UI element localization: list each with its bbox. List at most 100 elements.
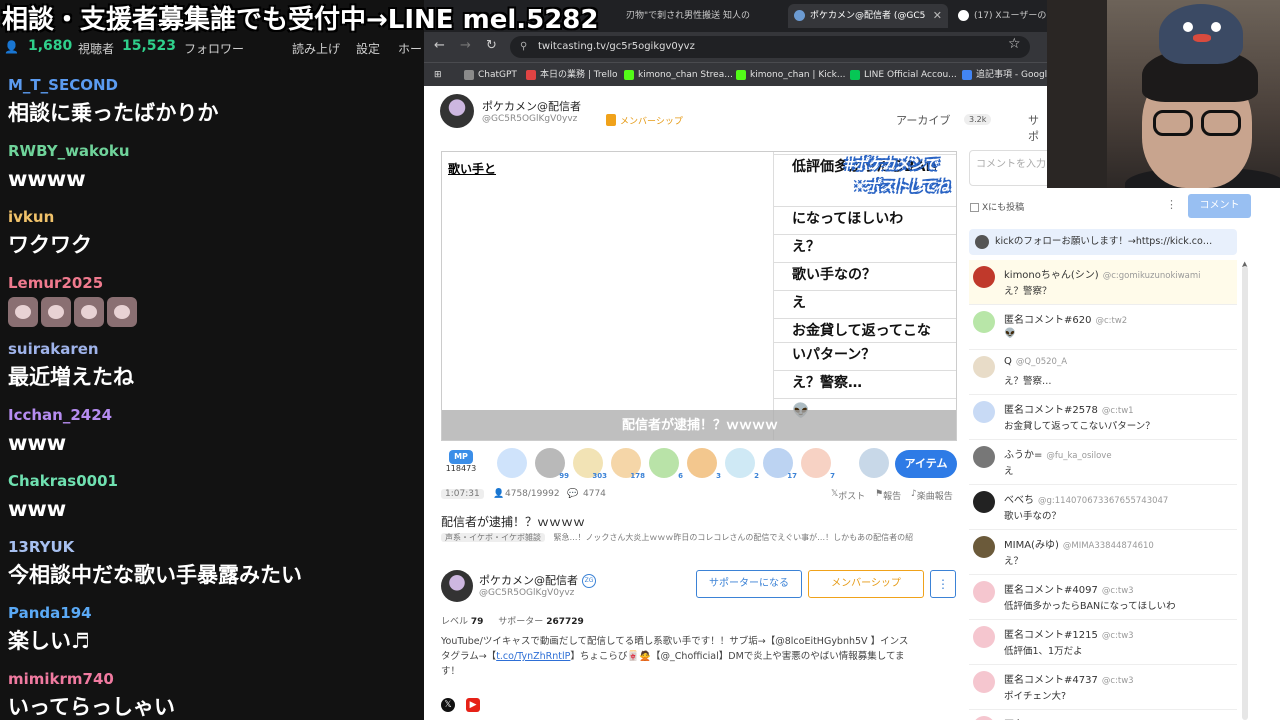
forward-icon[interactable]: → [460,38,471,53]
comment-scrollbar[interactable] [1242,266,1248,720]
chat-username[interactable]: Icchan_2424 [8,404,418,426]
become-supporter-button[interactable]: サポーターになる [696,570,802,598]
commenter-name[interactable]: 匿名コメント#1215 @c:tw3 [1004,626,1134,641]
gift-item-icon[interactable]: 99 [535,448,569,480]
bookmark-star-icon[interactable]: ☆ [1008,36,1021,52]
home-button[interactable]: ホー [398,40,422,57]
membership-button[interactable]: メンバーシップ [808,570,924,598]
profile-name[interactable]: ポケカメン@配信者 ZG [479,572,596,588]
x-icon[interactable]: 𝕏 [441,697,455,712]
chat-username[interactable]: 13RYUK [8,536,418,558]
report-button[interactable]: ⚑ 報告 [875,489,901,502]
desc-line2-pre: タグラム→【 [441,651,497,662]
back-icon[interactable]: ← [434,38,445,53]
comment-text: 低評価1、1万だよ [1004,646,1083,657]
item-button[interactable]: アイテム [895,450,957,478]
commenter-avatar[interactable] [973,491,995,513]
chat-username[interactable]: mimikrm740 [8,668,418,690]
bookmark-item[interactable]: 本日の業務 | Trello [526,67,617,83]
bookmark-item[interactable]: 追記事項 - Google [962,67,1053,83]
apps-grid-icon[interactable]: ⊞ [434,67,442,83]
followers-label: フォロワー [184,42,245,56]
commenter-name[interactable]: 匿名コメント#495@c:tw3 [1004,716,1127,720]
url-text: twitcasting.tv/gc5r5ogikgv0yvz [538,41,695,52]
comment-text: 低評価多かったらBANになってほしいわ [1004,601,1176,612]
tab-title: ポケカメン@配信者 (@GC5 [810,11,926,21]
gift-item-icon[interactable]: 7 [801,448,835,480]
read-aloud-button[interactable]: 読み上げ [292,40,340,57]
chat-username[interactable]: suirakaren [8,338,418,360]
commenter-name[interactable]: ふうか= @fu_ka_osilove [1004,446,1112,461]
channel-avatar[interactable] [440,94,474,128]
settings-button[interactable]: 設定 [356,40,380,57]
comment-submit-button[interactable]: コメント [1188,194,1251,218]
youtube-icon[interactable]: ▶ [466,697,481,712]
gift-item-icon[interactable]: 17 [763,448,797,480]
x-post-checkbox-label: Xにも投稿 [982,203,1025,213]
commenter-id: @c:tw1 [1101,406,1134,416]
bookmark-item[interactable]: kimono_chan | Kick... [736,67,845,83]
x-post-checkbox[interactable]: Xにも投稿 [970,200,1024,213]
video-player[interactable]: 歌い手と 低評価多かったらBAN になってほしいわ え？ 歌い手なの？えお金貸して返っ… [441,151,957,441]
more-options-button[interactable]: ⋮ [930,570,956,598]
commenter-name[interactable]: 匿名コメント#2578 @c:tw1 [1004,401,1134,416]
tab-archive[interactable]: アーカイブ [896,112,950,128]
category-tag[interactable]: 声系・イケボ・イケボ雑談 [441,533,545,542]
music-report-button[interactable]: ♪ 楽曲報告 [911,489,953,502]
desc-line3: す！ [441,666,461,677]
chat-username[interactable]: Chakras0001 [8,470,418,492]
tab-twitcasting[interactable]: ポケカメン@配信者 (@GC5 ✕ [788,4,948,28]
close-icon[interactable]: ✕ [933,4,942,28]
gift-item-icon[interactable]: 2 [725,448,759,480]
chat-username[interactable]: Panda194 [8,602,418,624]
gift-item-icon[interactable]: 303 [573,448,607,480]
commenter-avatar[interactable] [973,581,995,603]
gift-item-icon[interactable]: 178 [611,448,645,480]
gift-item-icon[interactable]: 6 [649,448,683,480]
commenter-avatar[interactable] [973,266,995,288]
chat-text: 最近増えたね [8,365,134,389]
gift-item-icon[interactable] [859,448,889,478]
supporters-value: 267729 [546,617,584,627]
elapsed-time: 1:07:31 [441,489,484,499]
comment-item: 匿名コメント#4737 @c:tw3 ポイチェン大? [969,665,1237,710]
commenter-avatar[interactable] [973,536,995,558]
chat-username[interactable]: Lemur2025 [8,272,418,294]
commenter-name[interactable]: 匿名コメント#4097 @c:tw3 [1004,581,1134,596]
commenter-avatar[interactable] [973,401,995,423]
x-post-button[interactable]: 𝕏 ポスト [831,489,865,502]
commenter-name[interactable]: Q @Q_0520_A [1004,356,1067,367]
bookmark-item[interactable]: kimono_chan Strea... [624,67,733,83]
profile-avatar[interactable] [441,570,473,602]
chat-text: wwww [8,167,86,191]
commenter-avatar[interactable] [973,446,995,468]
commenter-name[interactable]: 匿名コメント#620 @c:tw2 [1004,311,1127,326]
gift-item-icon[interactable] [497,448,527,478]
commenter-name[interactable]: べべち @g:114070673367655743047 [1004,491,1168,506]
desc-line2-post: 】ちょこらび🀄🙅【@_Chofficial】DMで炎上や害悪のやばい情報募集して… [570,651,905,662]
bookmark-item[interactable]: LINE Official Accou... [850,67,957,83]
reload-icon[interactable]: ↻ [486,38,497,53]
comment-options-icon[interactable]: ⋮ [1166,198,1177,211]
channel-name[interactable]: ポケカメン@配信者 [482,98,581,114]
instagram-link[interactable]: t.co/TynZhRntlP [496,651,570,662]
bookmark-item[interactable]: ChatGPT [464,67,517,83]
commenter-avatar[interactable] [973,356,995,378]
twitcasting-icon [794,10,805,21]
commenter-avatar[interactable] [973,671,995,693]
commenter-avatar[interactable] [973,716,995,720]
chat-username[interactable]: RWBY_wakoku [8,140,418,162]
gift-item-count: 99 [559,472,569,480]
commenter-name[interactable]: 匿名コメント#4737 @c:tw3 [1004,671,1134,686]
commenter-avatar[interactable] [973,626,995,648]
chat-username[interactable]: ivkun [8,206,418,228]
commenter-display-name: MIMA(みゆ) [1004,540,1059,551]
chat-username[interactable]: M_T_SECOND [8,74,418,96]
membership-link[interactable]: メンバーシップ [606,114,683,127]
viewer-count: 4758/19992 [505,489,560,499]
commenter-avatar[interactable] [973,311,995,333]
pinned-comment[interactable]: kickのフォローお願いします！→https://kick.co… [969,229,1237,255]
gift-item-icon[interactable]: 3 [687,448,721,480]
commenter-name[interactable]: MIMA(みゆ) @MIMA33844874610 [1004,536,1154,551]
commenter-name[interactable]: kimonoちゃん(シン) @c:gomikuzunokiwami [1004,266,1201,281]
